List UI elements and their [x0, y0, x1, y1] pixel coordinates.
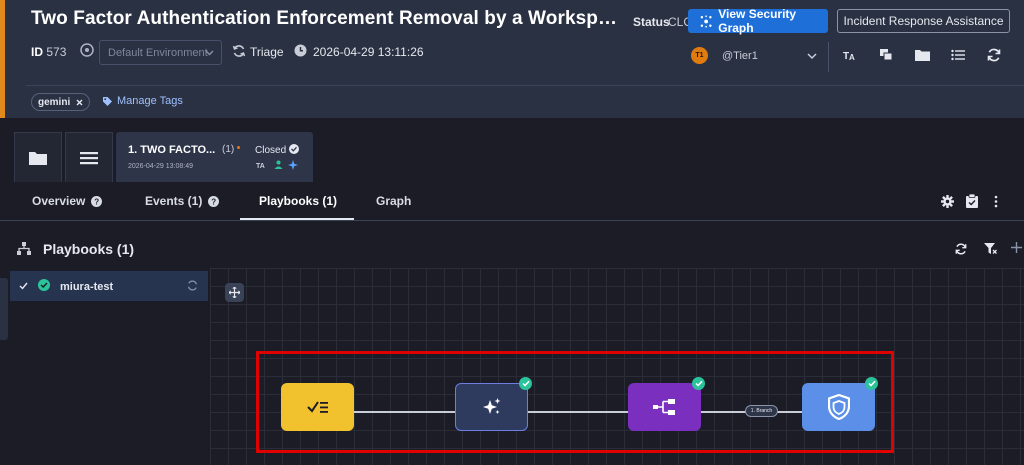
- clock-icon: [294, 44, 307, 57]
- highlight-box: [256, 351, 894, 453]
- translate-icon[interactable]: TA: [842, 47, 858, 63]
- move-icon[interactable]: [225, 283, 244, 302]
- copy-icon[interactable]: [878, 47, 894, 63]
- rerun-icon[interactable]: [187, 280, 198, 291]
- panel-collapse-handle[interactable]: [0, 278, 8, 340]
- svg-text:TA: TA: [256, 163, 265, 169]
- help-icon[interactable]: ?: [208, 195, 220, 207]
- tag-chip[interactable]: gemini: [31, 93, 91, 111]
- incident-response-button[interactable]: Incident Response Assistance: [837, 9, 1010, 33]
- folder-tab[interactable]: [14, 132, 62, 182]
- filter-icon[interactable]: [984, 242, 997, 255]
- alert-status-text: Closed: [255, 145, 287, 156]
- tab-graph[interactable]: Graph: [376, 194, 411, 208]
- alert-card[interactable]: 1. TWO FACTO... (1) Closed 2026-04-29 13…: [116, 132, 313, 182]
- priority-dot: [237, 146, 240, 149]
- alert-title: 1. TWO FACTO...: [128, 144, 216, 156]
- svg-text:A: A: [849, 53, 855, 61]
- refresh-icon[interactable]: [986, 47, 1002, 63]
- tab-events[interactable]: Events (1) ?: [145, 194, 220, 208]
- playbooks-title: Playbooks (1): [43, 241, 135, 257]
- environment-select[interactable]: Default Environment: [99, 40, 222, 65]
- check-icon: [19, 282, 28, 290]
- case-datetime: 2026-04-29 13:11:26: [313, 45, 424, 59]
- list-tab[interactable]: [65, 132, 113, 182]
- view-security-graph-button[interactable]: View Security Graph: [688, 7, 828, 35]
- manage-tags-label: Manage Tags: [117, 95, 183, 107]
- alert-date: 2026-04-29 13:08:49: [128, 163, 193, 170]
- svg-text:?: ?: [212, 197, 217, 206]
- check-circle-icon: [288, 144, 299, 154]
- view-security-graph-label: View Security Graph: [718, 7, 797, 35]
- refresh-icon[interactable]: [955, 243, 967, 255]
- playbook-name: miura-test: [60, 281, 114, 293]
- tab-overview-label: Overview: [32, 194, 86, 208]
- hierarchy-icon: [17, 242, 31, 255]
- close-icon[interactable]: [76, 99, 83, 106]
- alert-status: Closed: [255, 144, 299, 156]
- graph-icon: [700, 14, 712, 28]
- case-id: ID 573: [31, 45, 66, 59]
- manage-tags-button[interactable]: Manage Tags: [103, 95, 183, 107]
- list-icon[interactable]: [950, 47, 966, 63]
- status-label: Status: [633, 15, 670, 29]
- sparkle-icon: [288, 160, 298, 170]
- toolbar-divider: [828, 42, 829, 72]
- assignee-avatar: T1: [691, 47, 708, 64]
- case-title: Two Factor Authentication Enforcement Re…: [31, 8, 621, 29]
- folder-icon[interactable]: [914, 47, 930, 63]
- tab-playbooks-label: Playbooks (1): [259, 194, 338, 208]
- more-vertical-icon[interactable]: [994, 195, 998, 208]
- active-tab-indicator: [240, 218, 354, 220]
- stage-text: Triage: [250, 45, 284, 59]
- gear-icon[interactable]: [941, 195, 954, 208]
- help-icon[interactable]: ?: [91, 195, 103, 207]
- tag-label: gemini: [38, 96, 71, 108]
- id-label: ID: [31, 45, 43, 59]
- tab-playbooks[interactable]: Playbooks (1): [259, 194, 337, 208]
- chevron-down-icon[interactable]: [807, 52, 817, 60]
- chevron-down-icon: [205, 50, 214, 56]
- user-icon: [274, 160, 283, 169]
- translate-icon: TA: [256, 163, 265, 169]
- tab-graph-label: Graph: [376, 194, 412, 208]
- tab-overview[interactable]: Overview ?: [32, 194, 103, 208]
- svg-text:?: ?: [95, 197, 100, 206]
- refresh-stage-icon: [232, 45, 246, 57]
- environment-icon: [80, 43, 94, 57]
- alert-count: (1): [222, 144, 235, 155]
- tab-events-label: Events (1): [145, 194, 203, 208]
- tag-icon: [103, 96, 112, 106]
- success-check-icon: [38, 279, 50, 291]
- header-divider: [26, 85, 1024, 86]
- add-icon[interactable]: [1011, 242, 1022, 253]
- clipboard-icon[interactable]: [966, 194, 978, 208]
- assignee-select[interactable]: @Tier1: [722, 50, 758, 62]
- app-root: Two Factor Authentication Enforcement Re…: [0, 0, 1024, 465]
- folder-icon: [29, 151, 47, 165]
- id-value: 573: [46, 45, 67, 59]
- status-value: CLO: [668, 15, 688, 29]
- environment-placeholder: Default Environment: [108, 46, 208, 59]
- list-icon: [80, 151, 98, 164]
